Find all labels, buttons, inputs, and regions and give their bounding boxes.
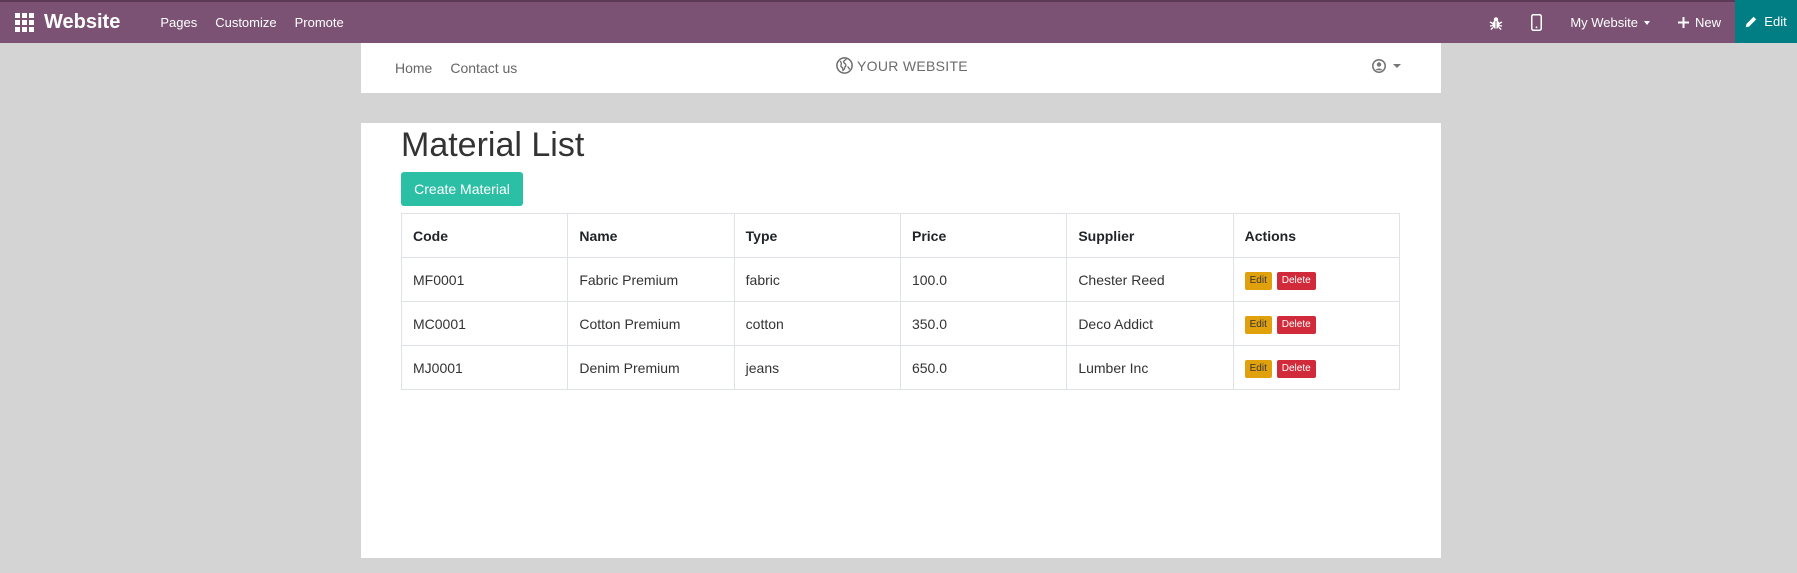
materials-table: Code Name Type Price Supplier Actions MF… (400, 213, 1401, 390)
delete-row-button[interactable]: Delete (1276, 315, 1316, 334)
cell-name: Cotton Premium (567, 301, 735, 346)
page-title: Material List (401, 126, 585, 164)
user-menu[interactable] (1372, 59, 1401, 73)
website-header: Home Contact us YOUR WEBSITE (361, 43, 1441, 93)
cell-price: 350.0 (899, 301, 1068, 346)
nav-link-home[interactable]: Home (395, 60, 432, 76)
edit-page-label: Edit (1764, 14, 1787, 29)
cell-actions: Edit Delete (1232, 257, 1401, 302)
column-header-supplier: Supplier (1066, 213, 1234, 258)
cell-supplier: Chester Reed (1066, 257, 1234, 302)
globe-icon (836, 57, 853, 74)
menu-pages[interactable]: Pages (160, 15, 197, 30)
cell-supplier: Deco Addict (1066, 301, 1234, 346)
column-header-code: Code (400, 213, 569, 258)
cell-price: 650.0 (899, 345, 1068, 390)
cell-type: jeans (733, 345, 901, 390)
edit-row-button[interactable]: Edit (1244, 359, 1272, 378)
cell-actions: Edit Delete (1232, 301, 1401, 346)
website-logo[interactable]: YOUR WEBSITE (836, 57, 968, 74)
column-header-price: Price (899, 213, 1068, 258)
website-logo-text: YOUR WEBSITE (857, 57, 968, 74)
cell-code: MC0001 (400, 301, 569, 346)
mobile-preview-button[interactable] (1516, 2, 1556, 43)
create-material-button[interactable]: Create Material (401, 172, 523, 206)
cell-actions: Edit Delete (1232, 345, 1401, 390)
user-avatar-icon (1372, 59, 1386, 73)
column-header-name: Name (567, 213, 735, 258)
apps-menu-button[interactable] (0, 2, 40, 43)
cell-name: Fabric Premium (567, 257, 735, 302)
cell-supplier: Lumber Inc (1066, 345, 1234, 390)
website-switcher[interactable]: My Website (1556, 2, 1664, 43)
table-row: MC0001 Cotton Premium cotton 350.0 Deco … (400, 301, 1401, 346)
edit-page-button[interactable]: Edit (1735, 0, 1797, 43)
cell-type: fabric (733, 257, 901, 302)
delete-row-button[interactable]: Delete (1276, 271, 1316, 290)
new-content-button[interactable]: New (1664, 2, 1735, 43)
edit-row-button[interactable]: Edit (1244, 271, 1272, 290)
admin-navbar: Website Pages Customize Promote My Websi… (0, 0, 1797, 43)
chevron-down-icon (1393, 64, 1401, 68)
mobile-icon (1530, 14, 1542, 31)
cell-type: cotton (733, 301, 901, 346)
cell-code: MF0001 (400, 257, 569, 302)
apps-grid-icon (14, 13, 34, 32)
cell-code: MJ0001 (400, 345, 569, 390)
column-header-type: Type (733, 213, 901, 258)
debug-button[interactable] (1476, 2, 1516, 43)
column-header-actions: Actions (1232, 213, 1401, 258)
main-content: Material List Create Material Code Name … (361, 123, 1441, 558)
bug-icon (1489, 16, 1503, 30)
delete-row-button[interactable]: Delete (1276, 359, 1316, 378)
table-row: MF0001 Fabric Premium fabric 100.0 Chest… (400, 257, 1401, 302)
plus-icon (1677, 17, 1689, 28)
app-brand[interactable]: Website (44, 11, 120, 34)
menu-customize[interactable]: Customize (215, 15, 276, 30)
cell-name: Denim Premium (567, 345, 735, 390)
cell-price: 100.0 (899, 257, 1068, 302)
chevron-down-icon (1643, 20, 1650, 25)
edit-row-button[interactable]: Edit (1244, 315, 1272, 334)
new-content-label: New (1694, 15, 1721, 30)
website-switcher-label: My Website (1570, 15, 1638, 30)
table-header-row: Code Name Type Price Supplier Actions (400, 213, 1401, 258)
table-row: MJ0001 Denim Premium jeans 650.0 Lumber … (400, 345, 1401, 390)
menu-promote[interactable]: Promote (295, 15, 344, 30)
pencil-icon (1746, 16, 1757, 27)
nav-link-contact[interactable]: Contact us (450, 60, 517, 76)
